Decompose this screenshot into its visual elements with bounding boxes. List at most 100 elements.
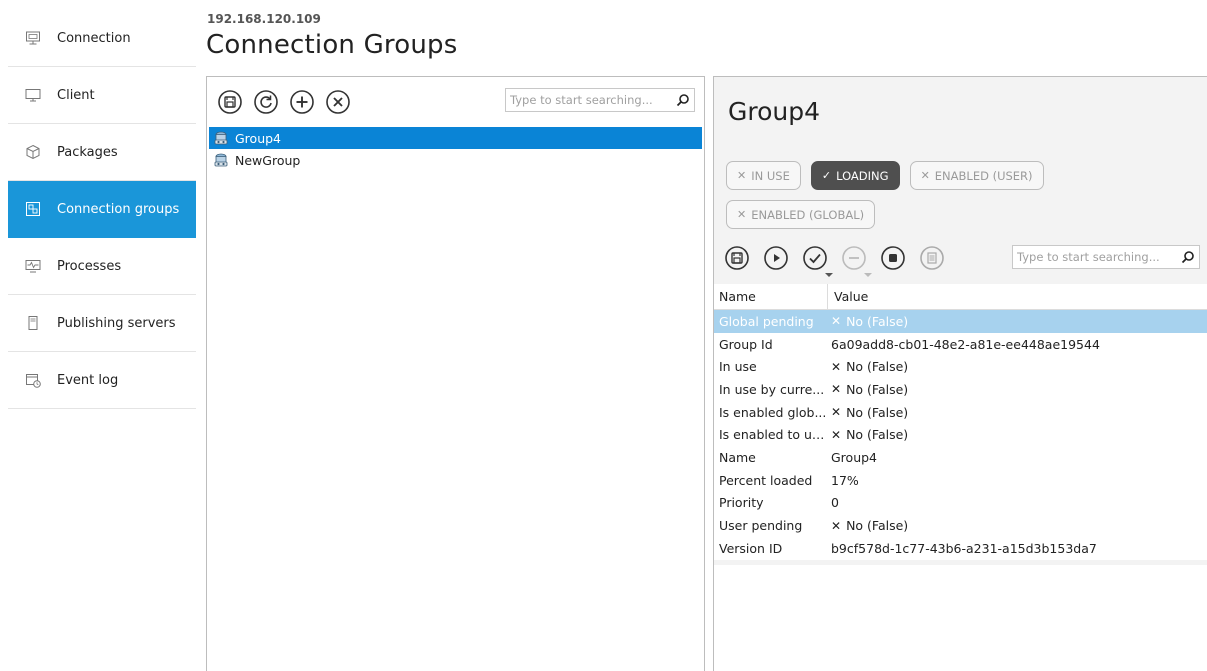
process-monitor-icon <box>25 258 41 274</box>
status-badge-enabled-global: ✕ ENABLED (GLOBAL) <box>726 200 876 229</box>
table-row[interactable]: User pending ✕ No (False) <box>714 514 1207 537</box>
table-row[interactable]: Is enabled glob... ✕ No (False) <box>714 400 1207 424</box>
property-value-cell: ✕ No (False) <box>828 518 908 533</box>
chevron-down-icon[interactable] <box>864 273 872 277</box>
x-icon: ✕ <box>831 405 842 420</box>
property-value: No (False) <box>846 427 909 443</box>
calendar-clock-icon <box>25 372 41 388</box>
grid-header: Name Value <box>714 284 1207 310</box>
property-value: No (False) <box>846 313 909 329</box>
page-title: Connection Groups <box>206 30 458 60</box>
sidebar-item-processes[interactable]: Processes <box>8 238 196 295</box>
property-value: Group4 <box>831 449 878 465</box>
property-name: Is enabled glob... <box>719 404 827 420</box>
search-icon[interactable] <box>672 93 694 107</box>
remove-icon <box>326 90 350 114</box>
property-name: Is enabled to us... <box>719 427 828 443</box>
sidebar-item-packages[interactable]: Packages <box>8 124 196 181</box>
table-row[interactable]: Is enabled to us... ✕ No (False) <box>714 423 1207 447</box>
group-label: NewGroup <box>235 152 301 168</box>
play-button[interactable] <box>763 245 789 271</box>
column-header-value[interactable]: Value <box>828 289 868 304</box>
property-name: Name <box>719 449 756 465</box>
add-button[interactable] <box>289 89 315 115</box>
property-value: No (False) <box>846 381 909 397</box>
check-icon: ✓ <box>821 169 832 182</box>
x-icon: ✕ <box>831 427 842 442</box>
monitor-icon <box>25 87 41 103</box>
group-item-group4[interactable]: Group4 <box>209 127 702 149</box>
property-name: Version ID <box>719 540 783 556</box>
search-icon[interactable] <box>1177 250 1199 264</box>
save-button[interactable] <box>217 89 243 115</box>
table-row[interactable]: Percent loaded 17% <box>714 468 1207 492</box>
table-row[interactable]: In use ✕ No (False) <box>714 355 1207 379</box>
groups-search-input[interactable] <box>506 93 672 107</box>
property-name: User pending <box>719 518 803 534</box>
disable-button[interactable] <box>841 245 872 277</box>
property-value: 17% <box>831 472 859 488</box>
table-row[interactable]: Group Id 6a09add8-cb01-48e2-a81e-ee448ae1… <box>714 332 1207 356</box>
sidebar-item-label: Connection groups <box>57 201 180 217</box>
column-header-name[interactable]: Name <box>714 284 828 309</box>
status-badge-in-use: ✕ IN USE <box>726 161 801 190</box>
groups-search-box <box>505 88 695 112</box>
groups-toolbar <box>217 89 351 115</box>
grid-rows: Global pending ✕ No (False) Group Id 6a09add… <box>714 310 1207 560</box>
save-icon <box>218 90 242 114</box>
table-row[interactable]: Version ID b9cf578d-1c77-43b6-a231-a15d3b… <box>714 536 1207 560</box>
group-label: Group4 <box>235 130 282 146</box>
remove-button[interactable] <box>325 89 351 115</box>
property-value-cell: ✕ No (False) <box>828 359 908 374</box>
sidebar-item-client[interactable]: Client <box>8 67 196 124</box>
check-icon <box>803 246 827 270</box>
property-value-cell: ✕ No (False) <box>828 314 908 329</box>
server-address: 192.168.120.109 <box>207 12 321 26</box>
property-value-cell: ✕ No (False) <box>828 427 908 442</box>
sidebar-item-label: Publishing servers <box>57 315 176 331</box>
property-value: b9cf578d-1c77-43b6-a231-a15d3b153da7 <box>831 540 1097 556</box>
sidebar-item-label: Processes <box>57 258 122 274</box>
table-row[interactable]: Priority 0 <box>714 491 1207 515</box>
property-value-cell: 17% <box>828 473 859 488</box>
stop-icon <box>881 246 905 270</box>
save-button[interactable] <box>724 245 750 271</box>
chevron-down-icon[interactable] <box>825 273 833 277</box>
details-search-box <box>1012 245 1200 269</box>
sidebar: Connection Client Packages Connection gr… <box>8 10 196 409</box>
property-value-cell: Group4 <box>828 450 877 465</box>
property-value: 0 <box>831 495 839 511</box>
sidebar-item-event-log[interactable]: Event log <box>8 352 196 409</box>
x-icon: ✕ <box>831 314 842 329</box>
property-value: No (False) <box>846 359 909 375</box>
enable-button[interactable] <box>802 245 833 277</box>
status-badges: ✕ IN USE ✓ LOADING ✕ ENABLED (USER) ✕ ENABLE… <box>726 161 1196 229</box>
group-item-newgroup[interactable]: NewGroup <box>209 149 702 171</box>
property-value-cell: 0 <box>828 495 839 510</box>
table-row[interactable]: In use by curre... ✕ No (False) <box>714 378 1207 401</box>
property-value: No (False) <box>846 518 909 534</box>
sidebar-item-connection[interactable]: Connection <box>8 10 196 67</box>
detail-title: Group4 <box>728 97 821 126</box>
list-icon <box>920 246 944 270</box>
sidebar-item-publishing-servers[interactable]: Publishing servers <box>8 295 196 352</box>
cube-icon <box>25 144 41 160</box>
details-search-input[interactable] <box>1013 250 1177 264</box>
property-name: In use by curre... <box>719 381 825 397</box>
x-icon: ✕ <box>831 382 842 397</box>
sidebar-item-connection-groups[interactable]: Connection groups <box>8 181 196 238</box>
sidebar-item-label: Event log <box>57 372 119 388</box>
details-button[interactable] <box>919 245 945 271</box>
property-name: Group Id <box>719 336 773 352</box>
property-name: In use <box>719 359 757 375</box>
table-row[interactable]: Global pending ✕ No (False) <box>714 310 1207 333</box>
grid-empty-area <box>714 565 1207 671</box>
property-value: No (False) <box>846 404 909 420</box>
property-name: Percent loaded <box>719 472 813 488</box>
table-row[interactable]: Name Group4 <box>714 446 1207 469</box>
property-name: Priority <box>719 495 764 511</box>
groups-list-pane: Group4 NewGroup <box>206 76 705 671</box>
refresh-button[interactable] <box>253 89 279 115</box>
property-value-cell: ✕ No (False) <box>828 405 908 420</box>
stop-button[interactable] <box>880 245 906 271</box>
